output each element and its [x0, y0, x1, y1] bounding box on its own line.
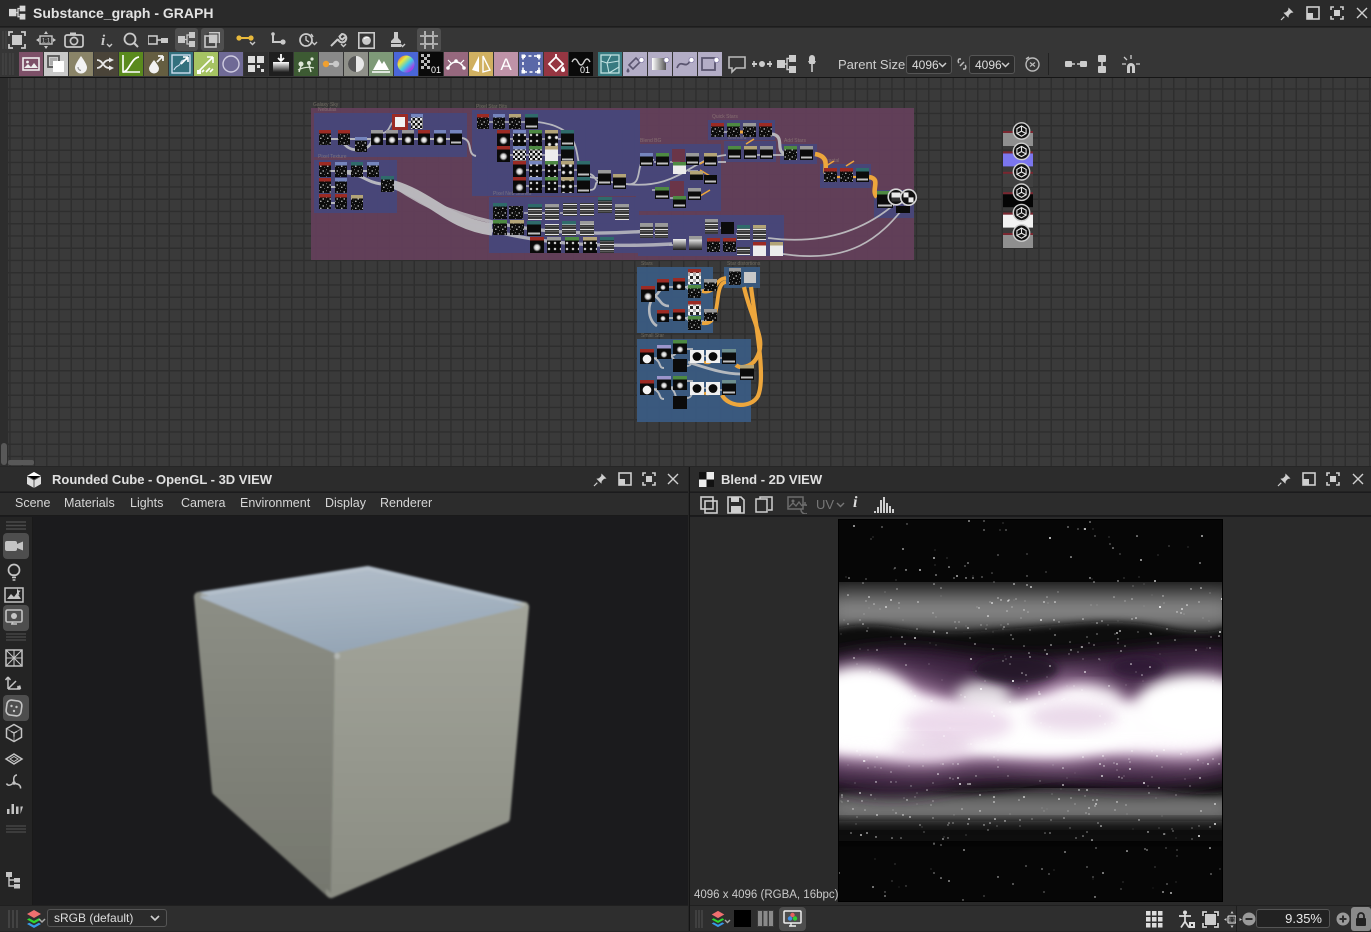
svg-text:Nebulas: Nebulas [318, 107, 337, 113]
svg-text:01: 01 [580, 65, 590, 75]
svg-text:i: i [101, 33, 106, 49]
svg-text:Small Star: Small Star [641, 333, 664, 339]
svg-text:01: 01 [431, 65, 441, 75]
svg-text:Star distortions: Star distortions [727, 261, 761, 267]
svg-text:Quick Stars: Quick Stars [712, 114, 738, 120]
svg-text:1:1: 1:1 [42, 39, 51, 45]
svg-text:Pixel Texture: Pixel Texture [318, 154, 347, 160]
svg-text:Pixel Star Bits: Pixel Star Bits [476, 104, 508, 110]
svg-text:Blend BG: Blend BG [640, 138, 662, 144]
svg-text:Stars: Stars [641, 261, 653, 267]
svg-text:1:1: 1:1 [1229, 918, 1236, 924]
svg-text:Add Stars: Add Stars [784, 138, 806, 144]
svg-text:A: A [500, 55, 512, 74]
svg-text:Pixel Neb Stones: Pixel Neb Stones [493, 191, 532, 197]
